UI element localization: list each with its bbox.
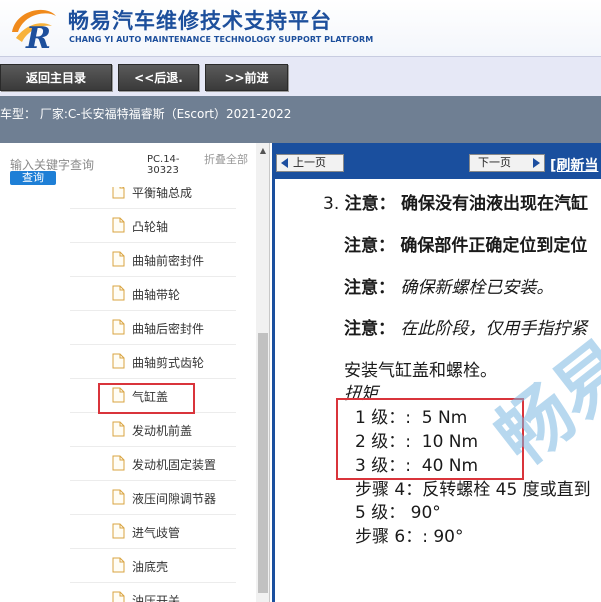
tree-item[interactable]: 平衡轴总成: [70, 187, 236, 209]
changyi-logo-icon: R: [12, 9, 56, 52]
tree-item-label: 发动机固定装置: [132, 458, 217, 472]
content-toolbar: 上一页 下一页 [刷新当: [272, 143, 601, 179]
tree-item[interactable]: 曲轴剪式齿轮: [70, 345, 236, 379]
note-label: 注意：: [344, 194, 396, 214]
arrow-left-icon: [281, 158, 288, 168]
next-page-label: 下一页: [478, 156, 511, 169]
note2-line: 注意： 确保部件正确定位到定位: [344, 231, 587, 256]
note3-line: 注意： 确保新螺栓已安装。: [344, 273, 553, 298]
arrow-right-icon: [533, 158, 540, 168]
content-pane: 上一页 下一页 [刷新当 3. 注意： 确保没有油液出现在汽缸 注意： 确保部件…: [272, 143, 601, 602]
tree-item-label: 曲轴剪式齿轮: [132, 356, 205, 370]
prev-page-button[interactable]: 上一页: [276, 154, 344, 172]
tree-item-label: 曲轴后密封件: [132, 322, 205, 336]
tree-item[interactable]: 曲轴前密封件: [70, 243, 236, 277]
tree-item[interactable]: 进气歧管: [70, 515, 236, 549]
forward-button[interactable]: >>前进: [205, 64, 288, 91]
content-left-border: [272, 179, 275, 602]
document-icon: [112, 421, 125, 437]
step5-text: 5 级： 90°: [355, 503, 441, 523]
step3-line: 3. 注意： 确保没有油液出现在汽缸: [323, 189, 588, 214]
note3-text: 确保新螺栓已安装。: [400, 278, 554, 298]
scroll-thumb[interactable]: [258, 333, 268, 593]
next-page-button[interactable]: 下一页: [469, 154, 545, 172]
tree-item[interactable]: 液压间隙调节器: [70, 481, 236, 515]
tree-item-label: 液压间隙调节器: [132, 492, 217, 506]
document-icon: [112, 455, 125, 471]
document-icon: [112, 591, 125, 602]
scroll-up-icon[interactable]: ▲: [256, 145, 269, 157]
sidebar-scrollbar[interactable]: ▲: [256, 143, 269, 602]
tree-item[interactable]: 曲轴后密封件: [70, 311, 236, 345]
tree-item-label: 油底壳: [132, 560, 169, 574]
tree-item[interactable]: 曲轴带轮: [70, 277, 236, 311]
tree-item-label: 曲轴带轮: [132, 288, 181, 302]
document-icon: [112, 217, 125, 233]
document-icon: [112, 187, 125, 199]
step3-number: 3.: [323, 194, 340, 214]
svg-text:R: R: [25, 21, 51, 52]
tree-item-label: 发动机前盖: [132, 424, 193, 438]
document-icon: [112, 251, 125, 267]
app-subtitle: CHANG YI AUTO MAINTENANCE TECHNOLOGY SUP…: [69, 35, 374, 44]
note-label: 注意：: [344, 278, 395, 298]
note-label: 注意：: [344, 319, 395, 339]
note1-text: 确保没有油液出现在汽缸: [401, 194, 589, 214]
vehicle-info: 前车型： 厂家:C-长安福特福睿斯（Escort）2021-2022: [0, 107, 292, 121]
refresh-link[interactable]: [刷新当: [550, 155, 598, 175]
tree-item-label: 油压开关: [132, 594, 181, 602]
tree-item-label: 进气歧管: [132, 526, 181, 540]
tree-item[interactable]: 油压开关: [70, 583, 236, 602]
note2-text: 确保部件正确定位到定位: [400, 236, 588, 256]
back-button[interactable]: <<后退.: [118, 64, 199, 91]
nav-bar: 返回主目录 <<后退. >>前进: [0, 56, 601, 96]
tree-item-label: 平衡轴总成: [132, 187, 193, 200]
tree-item-label: 凸轮轴: [132, 220, 169, 234]
vehicle-info-bar: 前车型： 厂家:C-长安福特福睿斯（Escort）2021-2022: [0, 96, 601, 143]
note4-line: 注意： 在此阶段，仅用手指拧紧: [344, 314, 587, 339]
document-icon: [112, 353, 125, 369]
install-text: 安装气缸盖和螺栓。: [344, 361, 497, 381]
collapse-all-link[interactable]: 折叠全部: [204, 154, 248, 166]
document-icon: [112, 319, 125, 335]
prev-page-label: 上一页: [293, 156, 326, 169]
step4-text: 步骤 4：反转螺栓 45 度或直到: [355, 480, 591, 500]
tree-item[interactable]: 发动机固定装置: [70, 447, 236, 481]
sidebar: 输入关键字查询 查询 PC.14-30323 折叠全部 平衡轴总成 凸轮轴 曲轴前密…: [0, 143, 270, 602]
tree-item[interactable]: 发动机前盖: [70, 413, 236, 447]
step6-text: 步骤 6：: 90°: [355, 527, 464, 547]
document-icon: [112, 285, 125, 301]
search-button[interactable]: 查询: [10, 171, 56, 185]
selected-item-highlight: [98, 383, 195, 414]
app-header: R 畅易汽车维修技术支持平台 CHANG YI AUTO MAINTENANCE…: [0, 0, 601, 56]
app-title: 畅易汽车维修技术支持平台: [68, 9, 332, 33]
document-icon: [112, 523, 125, 539]
tree-item[interactable]: 凸轮轴: [70, 209, 236, 243]
document-icon: [112, 489, 125, 505]
tree-item[interactable]: 油底壳: [70, 549, 236, 583]
home-button[interactable]: 返回主目录: [0, 64, 112, 91]
note-label: 注意：: [344, 236, 395, 256]
tree-item-label: 曲轴前密封件: [132, 254, 205, 268]
document-code: PC.14-30323: [147, 154, 180, 176]
document-icon: [112, 557, 125, 573]
